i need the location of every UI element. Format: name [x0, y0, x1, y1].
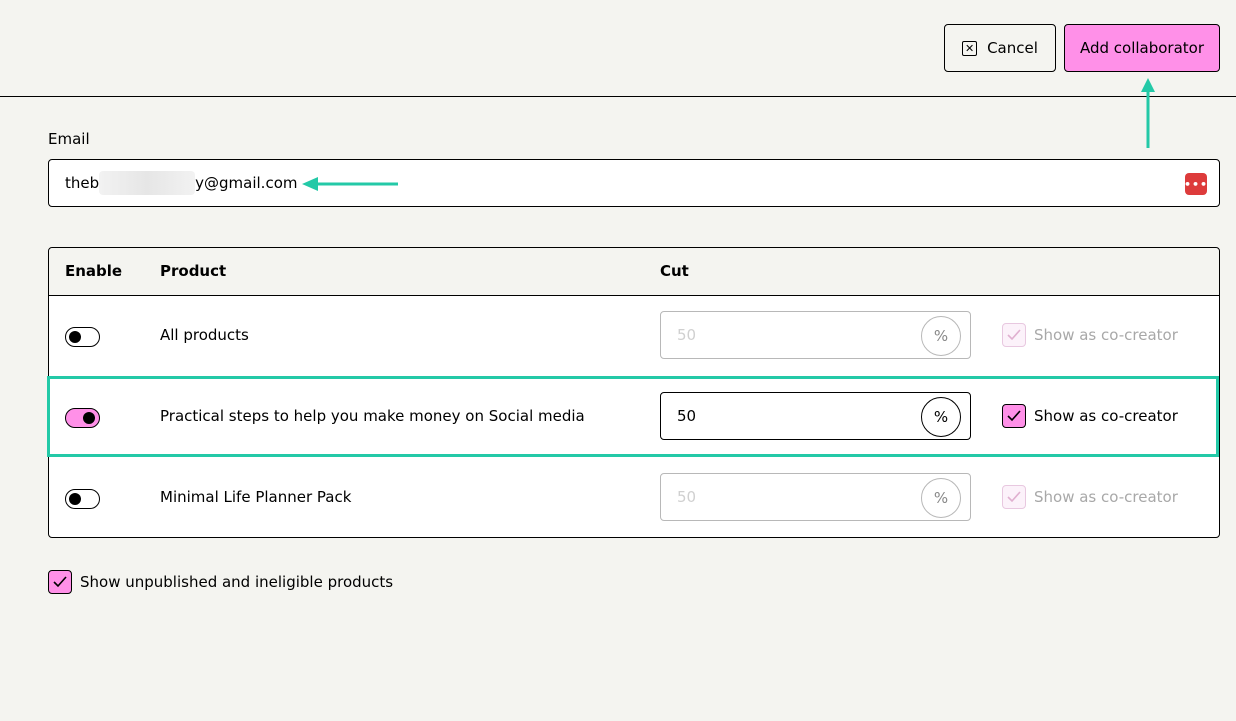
annotation-arrows	[302, 78, 1155, 191]
arrow-left-icon	[302, 177, 398, 191]
arrow-up-icon	[1141, 78, 1155, 148]
